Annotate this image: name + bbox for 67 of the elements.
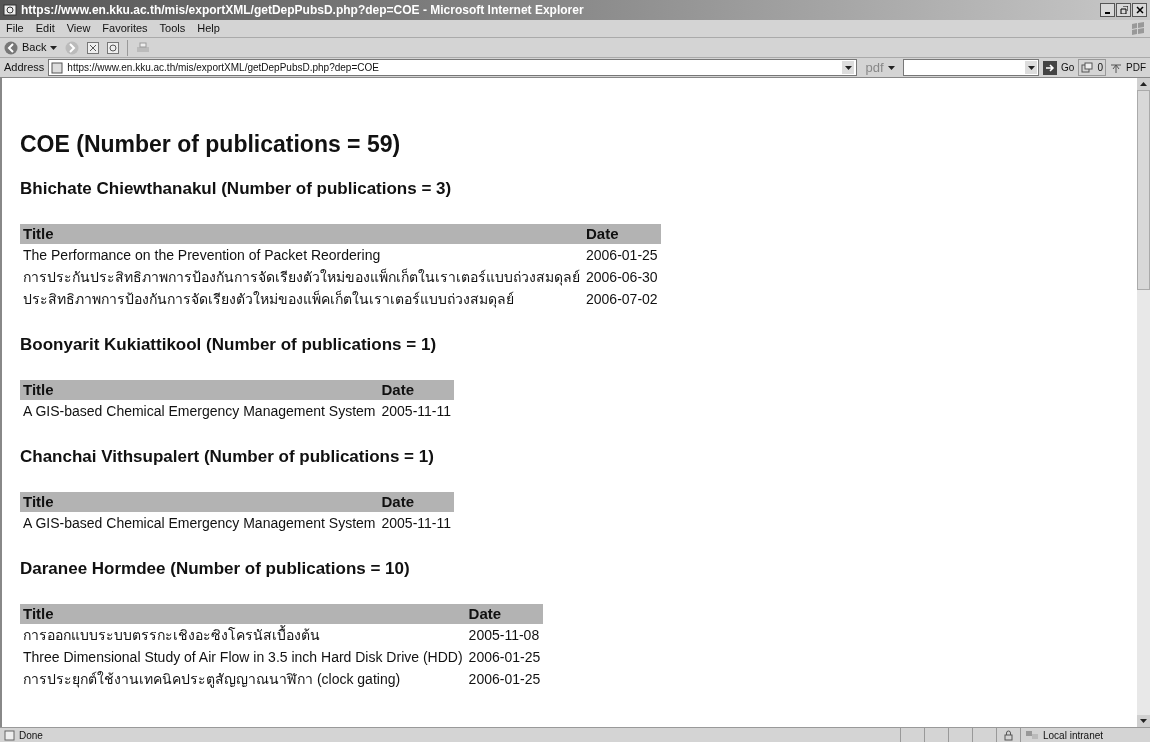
column-header: Date [378,380,455,400]
menu-item[interactable]: File [0,20,30,37]
search-field[interactable] [902,59,1040,76]
minimize-button[interactable] [1100,3,1115,17]
table-cell-text: 2006-01-25 [467,648,542,667]
table-cell-text: 2006-06-30 [585,268,659,287]
restore-icon [1119,6,1128,14]
scrollbar[interactable] [1137,78,1150,727]
table-cell-text: 2005-11-08 [467,626,541,645]
table-cell-text: การประกันประสิทธิภาพการป้องกันการจัดเรียงตัวใหม่ของแพ็กเก็ตในเราเตอร์แบบถ่วงสมดุลย์ [22,267,581,288]
back-button[interactable]: Back [4,39,58,56]
table-cell-text: 2006-01-25 [585,246,659,265]
dropdown-caret-icon [50,45,58,50]
restore-button[interactable] [1116,3,1131,17]
pdf-button[interactable]: PDF [1110,60,1146,75]
menu-item[interactable]: Favorites [96,20,154,37]
menu-item[interactable]: Edit [29,20,61,37]
close-icon [1135,6,1144,14]
menu-item[interactable]: Tools [153,20,192,37]
lock-icon [1004,729,1013,741]
windows-icon [1081,62,1094,73]
column-header: Title [20,604,466,624]
table-cell-text: 2006-07-02 [585,290,659,309]
go-button[interactable]: Go [1043,60,1075,75]
dropdown-caret-icon [887,65,895,70]
security-zone: Local intranet [1043,728,1104,742]
author-heading: Bhichate Chiewthanakul (Number of publications = 3) [20,178,453,200]
stop-icon[interactable] [87,41,100,54]
menu-item[interactable]: View [60,20,97,37]
dropdown-caret-icon [845,65,852,70]
page-heading: COE (Number of publications = 59) [20,130,402,158]
table-cell-text: The Performance on the Prevention of Packet Reordering [22,246,382,265]
popup-count-button[interactable]: 0 [1078,59,1106,76]
scroll-down-icon [1140,719,1147,723]
author-heading: Chanchai Vithsupalert (Number of publications = 1) [20,446,435,468]
dropdown-caret-icon [1027,65,1035,70]
column-header: Title [20,224,583,244]
network-icon [1025,729,1039,741]
table-cell-text: ประสิทธิภาพการป้องกันการจัดเรียงตัวใหม่ของแพ็คเก็ตในเราเตอร์แบบถ่วงสมดุลย์ [22,289,515,310]
pdf-icon [1110,61,1122,74]
author-heading: Boonyarit Kukiattikool (Number of publications = 1) [20,334,438,356]
table-cell-text: A GIS-based Chemical Emergency Management System [22,514,377,533]
table-cell-text: การประยุกต์ใช้งานเทคนิคประตูสัญญาณนาฬิกา (clock gating) [22,670,402,690]
column-header: Date [583,224,661,244]
refresh-icon[interactable] [107,41,120,54]
column-header: Title [20,492,379,512]
table-cell-text: 2006-01-25 [467,670,542,689]
menu-item[interactable]: Help [191,20,226,37]
browser-icon [3,3,17,17]
table-cell-text: Three Dimensional Study of Air Flow in 3.5 inch Hard Disk Drive (HDD) [22,648,464,667]
close-button[interactable] [1132,3,1147,17]
page-icon [51,61,64,74]
column-header: Title [20,380,379,400]
column-header: Date [465,604,544,624]
column-header: Date [378,492,455,512]
window-title: https://www.en.kku.ac.th/mis/exportXML/getDepPubsD.php?dep=COE - Microsoft Internet Explorer [21,2,584,19]
scroll-up-icon[interactable] [1140,82,1147,86]
table-cell-text: 2005-11-11 [380,514,453,533]
author-heading: Daranee Hormdee (Number of publications = 10) [20,558,411,580]
address-field[interactable]: https://www.en.kku.ac.th/mis/exportXML/getDepPubsD.php?dep=COE [48,59,858,76]
table-cell-text: A GIS-based Chemical Emergency Management System [22,402,377,421]
table-cell-text: 2005-11-11 [380,402,453,421]
page-icon [4,729,15,741]
address-label: Address [4,60,45,76]
status-text: Done [19,728,43,742]
table-cell-text: การออกแบบระบบตรรกะเชิงอะซิงโครนัสเบื้องต้น [22,624,321,645]
windows-logo-icon [1130,21,1146,36]
